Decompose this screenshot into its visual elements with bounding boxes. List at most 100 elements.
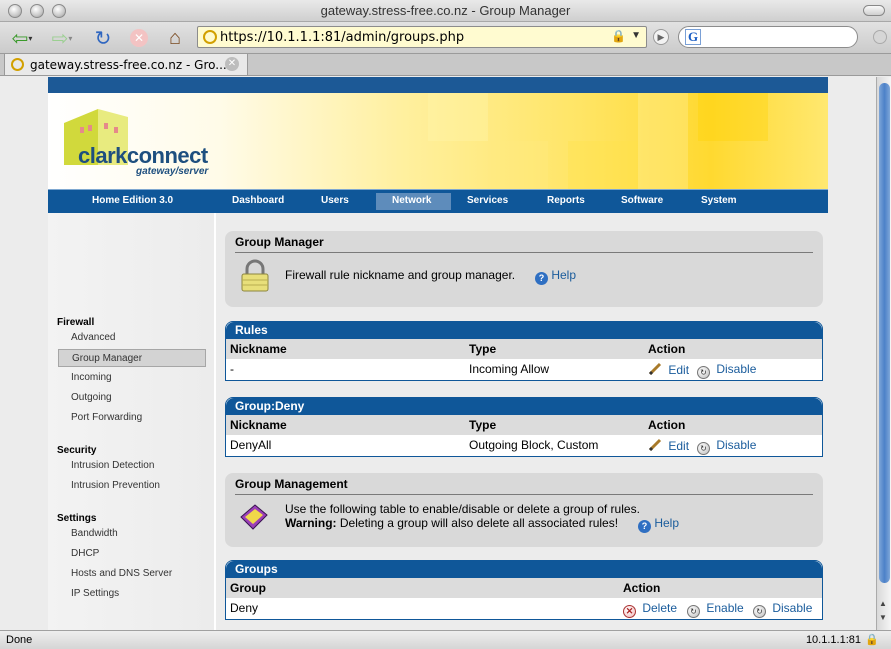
sidebar-item-hosts-dns[interactable]: Hosts and DNS Server	[58, 565, 206, 583]
pencil-icon	[648, 438, 662, 452]
group-management-panel: Group Management Use the following table…	[225, 473, 823, 547]
back-arrow-icon: ⇦	[11, 27, 29, 50]
toolbar-toggle-button[interactable]	[863, 5, 885, 16]
sidebar-item-intrusion-prevention[interactable]: Intrusion Prevention	[58, 477, 206, 495]
groups-table: Groups Group Action Deny ✕ Delete ↻ Enab…	[225, 560, 823, 620]
group-management-warning: Warning: Deleting a group will also dele…	[285, 516, 618, 530]
table-row: Deny ✕ Delete ↻ Enable ↻ Disable	[226, 598, 822, 619]
rule-type: Outgoing Block, Custom	[469, 438, 599, 452]
go-button[interactable]: ▶	[653, 29, 669, 45]
page-viewport: clarkconnect gateway/server Home Edition…	[0, 77, 876, 630]
url-text[interactable]: https://10.1.1.1:81/admin/groups.php	[220, 30, 464, 45]
group-management-title: Group Management	[235, 477, 348, 491]
content-area: Group Manager Firewall rule nickname and…	[216, 213, 828, 630]
status-bar: Done 10.1.1.1:81 🔒	[0, 630, 891, 649]
url-history-dropdown-icon[interactable]: ▼	[631, 30, 641, 41]
nav-dashboard[interactable]: Dashboard	[232, 195, 284, 206]
nav-system[interactable]: System	[701, 195, 737, 206]
nav-users[interactable]: Users	[321, 195, 349, 206]
group-manager-panel: Group Manager Firewall rule nickname and…	[225, 231, 823, 307]
main-nav: Home Edition 3.0 Dashboard Users Network…	[48, 189, 828, 213]
col-action: Action	[648, 418, 686, 432]
tab-close-icon[interactable]: ✕	[225, 57, 239, 71]
help-link[interactable]: ? Help	[638, 516, 679, 533]
disable-link[interactable]: ↻ Disable	[697, 362, 756, 379]
group-deny-table: Group:Deny Nickname Type Action DenyAll …	[225, 397, 823, 457]
sidebar-item-advanced[interactable]: Advanced	[58, 329, 206, 347]
sidebar-item-incoming[interactable]: Incoming	[58, 369, 206, 387]
scroll-up-arrow-icon[interactable]: ▲	[879, 599, 887, 608]
back-button[interactable]: ⇦ ▾	[6, 25, 38, 51]
window-titlebar: gateway.stress-free.co.nz - Group Manage…	[0, 0, 891, 22]
disable-icon: ↻	[697, 366, 710, 379]
disable-icon: ↻	[753, 605, 766, 618]
nav-reports[interactable]: Reports	[547, 195, 585, 206]
sidebar-item-intrusion-detection[interactable]: Intrusion Detection	[58, 457, 206, 475]
google-icon[interactable]: G	[685, 29, 701, 45]
stop-button[interactable]: ✕	[126, 25, 152, 51]
edit-link[interactable]: Edit	[648, 438, 689, 453]
edit-link[interactable]: Edit	[648, 362, 689, 377]
header-banner: clarkconnect gateway/server	[48, 93, 828, 189]
site-identity-icon	[203, 30, 217, 44]
rule-nickname: -	[230, 362, 234, 376]
tab-bar: gateway.stress-free.co.nz - Gro... ✕	[0, 54, 891, 76]
nav-network[interactable]: Network	[392, 195, 431, 206]
page: clarkconnect gateway/server Home Edition…	[48, 77, 828, 630]
disable-icon: ↻	[697, 442, 710, 455]
lock-icon[interactable]: 🔒	[865, 633, 879, 646]
disable-link[interactable]: ↻ Disable	[753, 601, 812, 618]
status-host: 10.1.1.1:81	[805, 634, 861, 646]
nav-software[interactable]: Software	[621, 195, 663, 206]
sidebar-item-ip-settings[interactable]: IP Settings	[58, 585, 206, 603]
delete-link[interactable]: ✕ Delete	[623, 601, 677, 618]
sidebar-item-port-forwarding[interactable]: Port Forwarding	[58, 409, 206, 427]
nav-services[interactable]: Services	[467, 195, 508, 206]
forward-button[interactable]: ⇨ ▾	[46, 25, 78, 51]
throbber-icon	[873, 30, 887, 44]
disable-link[interactable]: ↻ Disable	[697, 438, 756, 455]
group-management-info: Use the following table to enable/disabl…	[285, 502, 640, 516]
window-title: gateway.stress-free.co.nz - Group Manage…	[320, 3, 571, 18]
lock-icon[interactable]: 🔒	[611, 29, 626, 43]
sidebar-item-bandwidth[interactable]: Bandwidth	[58, 525, 206, 543]
help-icon: ?	[638, 520, 651, 533]
favicon-icon	[11, 58, 24, 71]
reload-button[interactable]: ↻	[90, 25, 116, 51]
scrollbar-thumb[interactable]	[879, 83, 890, 583]
nav-edition-label: Home Edition 3.0	[92, 195, 174, 206]
forward-arrow-icon: ⇨	[51, 27, 69, 50]
warning-label: Warning:	[285, 516, 337, 530]
col-type: Type	[469, 342, 497, 356]
sidebar-group-settings: Settings	[57, 513, 97, 524]
sidebar: Firewall Advanced Group Manager Incoming…	[48, 213, 214, 630]
group-manager-description: Firewall rule nickname and group manager…	[285, 268, 516, 282]
divider	[235, 494, 813, 495]
home-button[interactable]: ⌂	[162, 25, 188, 51]
group-manager-title: Group Manager	[235, 235, 324, 249]
sidebar-item-outgoing[interactable]: Outgoing	[58, 389, 206, 407]
table-row: - Incoming Allow Edit ↻ Disable	[226, 359, 822, 380]
book-icon	[240, 504, 268, 530]
vertical-scrollbar[interactable]: ▲ ▼	[876, 77, 891, 630]
sidebar-group-firewall: Firewall	[57, 317, 95, 328]
tab-group-manager[interactable]: gateway.stress-free.co.nz - Gro... ✕	[4, 54, 248, 76]
enable-link[interactable]: ↻ Enable	[687, 601, 744, 618]
col-nickname: Nickname	[230, 342, 287, 356]
reload-icon: ↻	[94, 27, 112, 50]
col-action: Action	[648, 342, 686, 356]
scroll-down-arrow-icon[interactable]: ▼	[879, 613, 887, 622]
url-bar[interactable]: https://10.1.1.1:81/admin/groups.php 🔒 ▼	[197, 26, 647, 48]
rules-header-row: Nickname Type Action	[226, 339, 822, 359]
tab-title: gateway.stress-free.co.nz - Gro...	[30, 57, 227, 72]
pencil-icon	[648, 362, 662, 376]
enable-icon: ↻	[687, 605, 700, 618]
rule-type: Incoming Allow	[469, 362, 550, 376]
rule-nickname: DenyAll	[230, 438, 272, 452]
sidebar-item-group-manager[interactable]: Group Manager	[58, 349, 206, 367]
help-link[interactable]: ? Help	[535, 268, 576, 285]
home-icon: ⌂	[168, 26, 182, 49]
sidebar-item-dhcp[interactable]: DHCP	[58, 545, 206, 563]
search-bar[interactable]: G	[678, 26, 858, 48]
status-text: Done	[6, 634, 33, 646]
